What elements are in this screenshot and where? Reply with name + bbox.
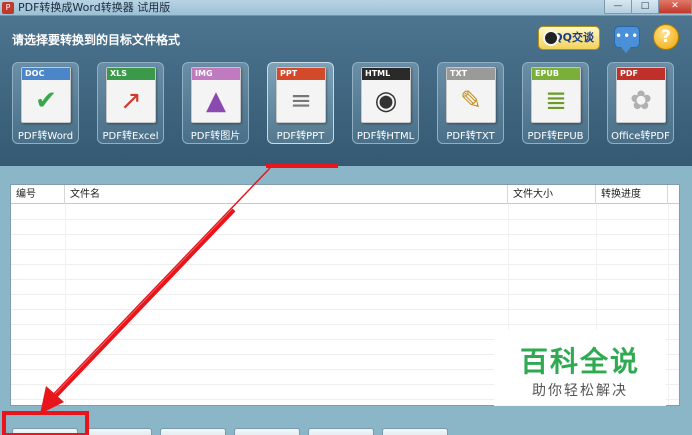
format-glyph-icon: ↗ [120,86,142,116]
toolbar-button[interactable] [160,428,226,435]
format-glyph-icon: ≡ [290,86,312,116]
message-icon[interactable]: ••• [614,26,640,53]
document-icon: TXT ✎ [446,67,496,123]
watermark: 百科全说 助你轻松解决 [494,330,666,406]
document-icon: XLS ↗ [106,67,156,123]
document-icon: IMG ▲ [191,67,241,123]
table-row[interactable] [11,265,679,280]
table-row[interactable] [11,250,679,265]
format-button-html[interactable]: HTML ◉ PDF转HTML [352,62,419,144]
format-glyph-icon: ✔ [35,86,57,116]
qq-chat-label: QQ交谈 [553,31,594,44]
table-row[interactable] [11,220,679,235]
maximize-button[interactable]: □ [631,0,659,14]
watermark-subtitle: 助你轻松解决 [532,383,628,399]
format-glyph-icon: ✿ [630,86,652,116]
title-bar: P PDF转换成Word转换器 试用版 — □ ✕ [0,0,692,16]
highlight-box [2,411,89,435]
document-icon: HTML ◉ [361,67,411,123]
format-tag: TXT [447,68,495,80]
selected-format-underline [266,164,338,168]
format-button-xls[interactable]: XLS ↗ PDF转Excel [97,62,164,144]
document-icon: EPUB ≣ [531,67,581,123]
table-row[interactable] [11,310,679,325]
format-glyph-icon: ≣ [545,86,567,116]
column-header-filesize[interactable]: 文件大小 [508,185,596,204]
minimize-button[interactable]: — [604,0,632,14]
format-button-label: PDF转TXT [446,131,495,142]
watermark-title: 百科全说 [519,345,640,378]
format-glyph-icon: ✎ [460,86,482,116]
format-button-pdf[interactable]: PDF ✿ Office转PDF [607,62,674,144]
format-button-ppt[interactable]: PPT ≡ PDF转PPT [267,62,334,144]
format-tag: PDF [617,68,665,80]
toolbar-button[interactable] [308,428,374,435]
format-button-label: PDF转EPUB [527,131,584,142]
format-tag: PPT [277,68,325,80]
format-button-label: PDF转Excel [102,131,159,142]
document-icon: DOC ✔ [21,67,71,123]
column-divider [668,204,669,405]
column-header-index[interactable]: 编号 [11,185,65,204]
close-button[interactable]: ✕ [658,0,692,14]
format-button-img[interactable]: IMG ▲ PDF转图片 [182,62,249,144]
document-icon: PDF ✿ [616,67,666,123]
format-glyph-icon: ▲ [206,86,226,116]
column-header-filename[interactable]: 文件名 [65,185,508,204]
toolbar-button[interactable] [382,428,448,435]
table-row[interactable] [11,280,679,295]
window-title: PDF转换成Word转换器 试用版 [18,1,171,14]
format-button-label: PDF转HTML [356,131,415,142]
format-button-txt[interactable]: TXT ✎ PDF转TXT [437,62,504,144]
qq-chat-button[interactable]: QQ交谈 [538,26,600,50]
table-header: 编号 文件名 文件大小 转换进度 [11,185,679,204]
table-row[interactable] [11,295,679,310]
toolbar-button[interactable] [234,428,300,435]
format-tag: EPUB [532,68,580,80]
format-button-label: Office转PDF [611,131,670,142]
format-tag: DOC [22,68,70,80]
format-button-label: PDF转Word [17,131,74,142]
table-row[interactable] [11,205,679,220]
format-button-label: PDF转PPT [276,131,325,142]
format-tag: HTML [362,68,410,80]
format-selection-panel: 请选择要转换到的目标文件格式 QQ交谈 ••• ? DOC ✔ PDF转Word XL… [0,16,692,168]
table-row[interactable] [11,235,679,250]
help-icon[interactable]: ? [653,24,679,50]
column-divider [65,204,66,405]
document-icon: PPT ≡ [276,67,326,123]
toolbar-button[interactable] [86,428,152,435]
format-prompt: 请选择要转换到的目标文件格式 [12,33,181,47]
format-tag: XLS [107,68,155,80]
format-button-label: PDF转图片 [190,131,241,142]
app-logo-icon: P [2,2,14,14]
format-button-doc[interactable]: DOC ✔ PDF转Word [12,62,79,144]
qq-penguin-icon [543,30,559,46]
column-header-progress[interactable]: 转换进度 [596,185,668,204]
format-glyph-icon: ◉ [374,86,398,116]
format-tag: IMG [192,68,240,80]
format-button-epub[interactable]: EPUB ≣ PDF转EPUB [522,62,589,144]
